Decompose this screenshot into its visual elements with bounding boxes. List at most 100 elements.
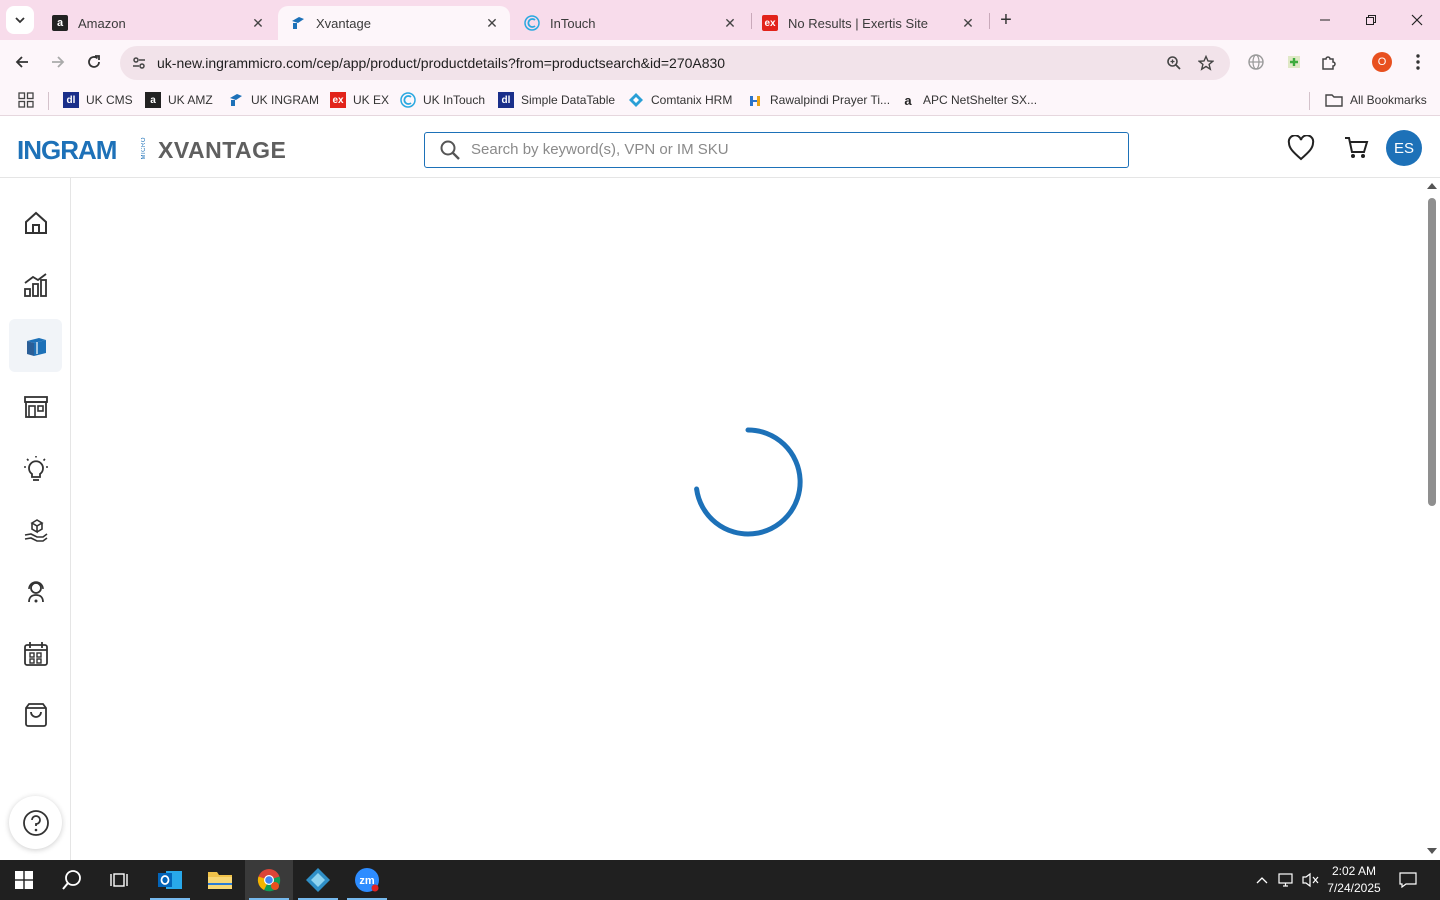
nav-store[interactable] (9, 380, 62, 433)
taskbar-chrome[interactable] (245, 860, 293, 900)
search-icon (62, 870, 81, 890)
vertical-scrollbar[interactable] (1424, 178, 1440, 860)
volume-button[interactable] (1300, 860, 1322, 900)
translate-extension-icon[interactable] (1242, 48, 1270, 76)
star-icon[interactable] (1193, 50, 1219, 76)
forward-button[interactable] (44, 48, 72, 76)
network-icon (1278, 873, 1293, 887)
minimize-icon (1320, 19, 1330, 21)
analytics-icon (23, 272, 47, 297)
nav-analytics[interactable] (9, 258, 62, 311)
products-icon (26, 337, 46, 356)
notification-icon (1399, 872, 1417, 888)
scroll-up-arrow[interactable] (1427, 183, 1437, 189)
tab-search-button[interactable] (6, 6, 34, 34)
scroll-thumb[interactable] (1428, 198, 1436, 506)
windows-taskbar: zm 2:02 AM 7/24/2025 (0, 860, 1440, 900)
hand-box-icon (24, 518, 47, 542)
close-window-button[interactable] (1394, 0, 1440, 40)
minimize-button[interactable] (1302, 0, 1348, 40)
url-text[interactable]: uk-new.ingrammicro.com/cep/app/product/p… (157, 55, 725, 71)
nav-support[interactable] (9, 565, 62, 618)
menu-button[interactable] (1404, 48, 1432, 76)
back-button[interactable] (8, 48, 36, 76)
profile-avatar[interactable]: O (1368, 48, 1396, 76)
reload-button[interactable] (80, 48, 108, 76)
nav-products[interactable] (9, 319, 62, 372)
home-icon (24, 211, 47, 234)
bookmark-apc-netshelter[interactable]: a APC NetShelter SX... (900, 91, 1037, 109)
heart-icon (1287, 135, 1315, 161)
bookmark-label: UK INGRAM (251, 93, 320, 107)
task-view-button[interactable] (96, 860, 144, 900)
tab-intouch[interactable]: InTouch ✕ (512, 6, 748, 40)
taskbar-outlook[interactable] (146, 860, 194, 900)
chevron-down-icon (15, 17, 25, 24)
tab-exertis[interactable]: ex No Results | Exertis Site ✕ (750, 6, 986, 40)
zoom-icon[interactable] (1161, 50, 1187, 76)
tab-title: Amazon (78, 15, 126, 31)
plus-extension-icon[interactable] (1280, 48, 1308, 76)
user-avatar[interactable]: ES (1386, 130, 1422, 166)
notifications-button[interactable] (1394, 860, 1422, 900)
nav-ideas[interactable] (9, 442, 62, 495)
support-agent-icon (27, 580, 44, 602)
restore-button[interactable] (1348, 0, 1394, 40)
comtanix-icon (628, 92, 644, 108)
nav-home[interactable] (9, 196, 62, 249)
store-icon (23, 395, 48, 418)
bookmark-comtanix-hrm[interactable]: Comtanix HRM (628, 91, 732, 109)
bookmark-rawalpindi-prayer[interactable]: Rawalpindi Prayer Ti... (747, 91, 890, 109)
taskbar-diamond-app[interactable] (294, 860, 342, 900)
taskbar-file-explorer[interactable] (196, 860, 244, 900)
tab-amazon[interactable]: a Amazon ✕ (40, 6, 276, 40)
tab-xvantage[interactable]: Xvantage ✕ (278, 6, 510, 40)
bookmark-uk-ingram[interactable]: UK INGRAM (228, 91, 319, 109)
all-bookmarks-button[interactable]: All Bookmarks (1325, 91, 1427, 109)
new-tab-button[interactable]: + (994, 8, 1018, 32)
search-input[interactable] (471, 133, 1111, 166)
bookmark-uk-ex[interactable]: ex UK EX (330, 91, 389, 109)
taskbar-search-button[interactable] (48, 860, 96, 900)
taskbar-zoom[interactable]: zm (343, 860, 391, 900)
prayer-icon (747, 92, 763, 108)
bookmark-uk-amz[interactable]: a UK AMZ (145, 91, 213, 109)
browser-tab-strip: a Amazon ✕ Xvantage ✕ InTouch ✕ ex No Re… (0, 0, 1440, 40)
wishlist-button[interactable] (1285, 132, 1317, 164)
network-button[interactable] (1276, 860, 1298, 900)
cart-button[interactable] (1340, 132, 1372, 164)
bookmarks-separator (48, 92, 49, 110)
close-icon[interactable]: ✕ (960, 15, 976, 31)
micro-logo-text: MICRO (141, 137, 147, 160)
search-icon[interactable] (439, 139, 461, 161)
start-button[interactable] (0, 860, 48, 900)
bookmark-simple-datatable[interactable]: dl Simple DataTable (498, 91, 615, 109)
bookmarks-separator (1309, 92, 1310, 110)
close-icon[interactable]: ✕ (722, 15, 738, 31)
nav-orders[interactable] (9, 688, 62, 741)
ingram-icon (290, 15, 306, 31)
ingram-logo[interactable]: INGRAM (17, 135, 117, 166)
help-button[interactable] (9, 796, 62, 849)
product-search-box[interactable] (424, 132, 1129, 168)
address-bar[interactable]: uk-new.ingrammicro.com/cep/app/product/p… (120, 46, 1230, 80)
outlook-icon (158, 871, 182, 889)
nav-calendar[interactable] (9, 627, 62, 680)
extensions-puzzle-icon[interactable] (1315, 48, 1343, 76)
bookmark-label: UK InTouch (423, 93, 486, 107)
show-hidden-icons-button[interactable] (1252, 860, 1272, 900)
plus-icon: + (1000, 8, 1012, 31)
tab-separator (989, 13, 990, 29)
bookmark-uk-intouch[interactable]: UK InTouch (400, 91, 485, 109)
system-clock[interactable]: 2:02 AM 7/24/2025 (1322, 863, 1386, 897)
xvantage-logo[interactable]: XVANTAGE (158, 137, 286, 164)
apps-grid-button[interactable] (18, 91, 34, 109)
side-navigation (0, 178, 71, 860)
intouch-icon (524, 15, 540, 31)
bookmark-uk-cms[interactable]: dl UK CMS (63, 91, 133, 109)
close-icon[interactable]: ✕ (484, 15, 500, 31)
close-icon[interactable]: ✕ (250, 15, 266, 31)
nav-services[interactable] (9, 504, 62, 557)
site-info-icon[interactable] (126, 50, 152, 76)
scroll-down-arrow[interactable] (1427, 848, 1437, 854)
